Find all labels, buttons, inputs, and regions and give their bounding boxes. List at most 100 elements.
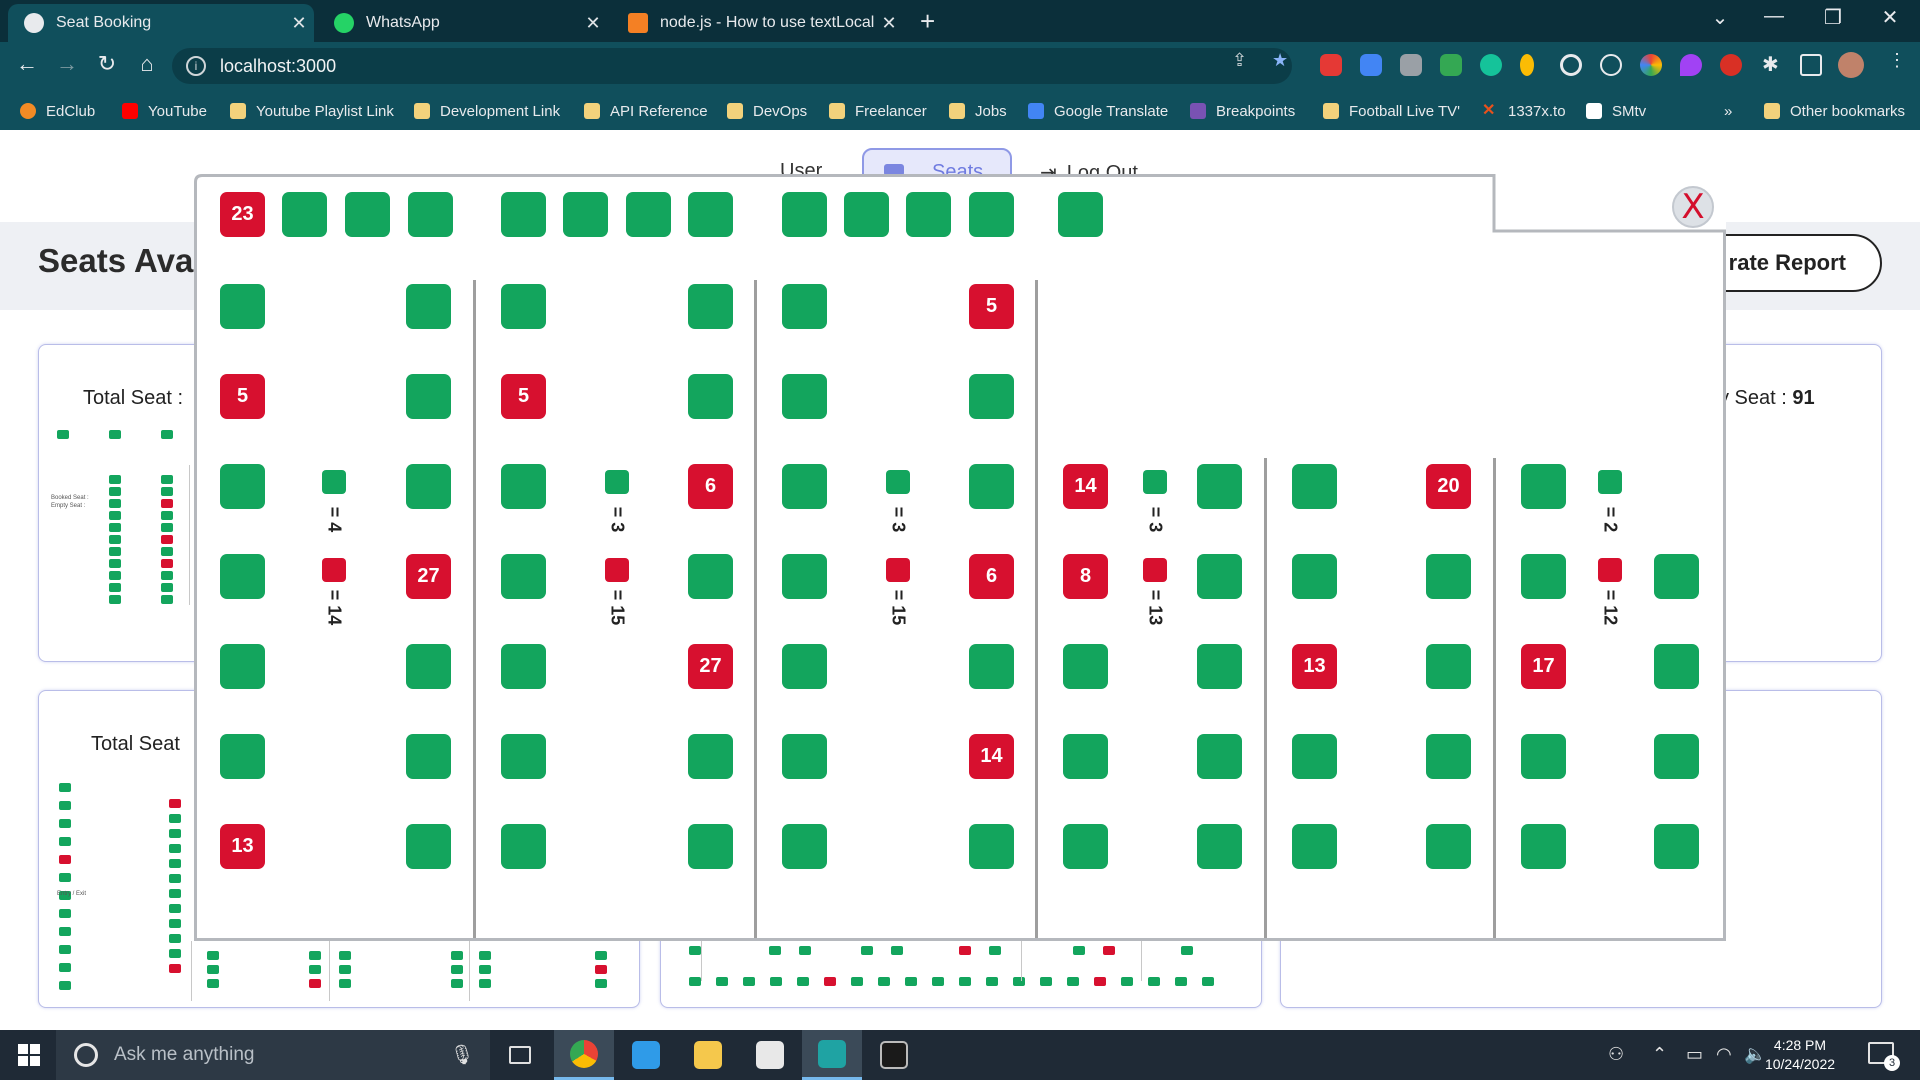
seat-s3-right-3[interactable]: [969, 464, 1014, 509]
seat-s5-right-4[interactable]: [1426, 734, 1471, 779]
seat-s2-right-1[interactable]: [688, 284, 733, 329]
bookmark-smtv[interactable]: SMtv: [1586, 100, 1646, 122]
seat-s6-left-4[interactable]: [1521, 734, 1566, 779]
seat-s1-right-1[interactable]: [406, 284, 451, 329]
puzzle-icon[interactable]: ✱: [1762, 52, 1779, 77]
seat-s4-left-2[interactable]: 8: [1063, 554, 1108, 599]
seat-s1-left-7[interactable]: 13: [220, 824, 265, 869]
seat-s4-right-5[interactable]: [1197, 824, 1242, 869]
seat-s1-left-5[interactable]: [220, 644, 265, 689]
seat-s5-left-3[interactable]: 13: [1292, 644, 1337, 689]
people-icon[interactable]: ⚇: [1608, 1044, 1624, 1065]
seat-top-12[interactable]: [969, 192, 1014, 237]
seat-top-9[interactable]: [782, 192, 827, 237]
side-panel-icon[interactable]: [1800, 54, 1822, 76]
reload-icon[interactable]: ↻: [92, 51, 122, 77]
seat-s6-right-1[interactable]: [1654, 554, 1699, 599]
bookmark-google-translate[interactable]: Google Translate: [1028, 100, 1168, 122]
seat-s3-right-1[interactable]: 5: [969, 284, 1014, 329]
seat-s5-left-4[interactable]: [1292, 734, 1337, 779]
seat-s3-left-5[interactable]: [782, 644, 827, 689]
windows-start-icon[interactable]: [18, 1044, 40, 1066]
bookmark-freelancer[interactable]: Freelancer: [829, 100, 927, 122]
seat-s4-left-4[interactable]: [1063, 734, 1108, 779]
task-view-icon[interactable]: [490, 1030, 550, 1080]
seat-top-11[interactable]: [906, 192, 951, 237]
app-taskbar-icon[interactable]: [802, 1030, 862, 1080]
bulb-icon[interactable]: [1520, 54, 1534, 76]
close-modal-button[interactable]: X: [1672, 186, 1714, 228]
seat-s4-right-1[interactable]: [1197, 464, 1242, 509]
other-bookmarks[interactable]: Other bookmarks: [1764, 100, 1905, 122]
seat-s5-right-3[interactable]: [1426, 644, 1471, 689]
seat-s2-right-6[interactable]: [688, 734, 733, 779]
taskbar-search[interactable]: Ask me anything 🎙: [56, 1030, 490, 1080]
close-tab-icon[interactable]: ✕: [284, 13, 314, 34]
compass-icon[interactable]: [1600, 54, 1622, 76]
seat-s1-right-5[interactable]: [406, 644, 451, 689]
seat-s3-right-2[interactable]: [969, 374, 1014, 419]
new-tab-button[interactable]: +: [920, 6, 935, 37]
seat-s4-right-3[interactable]: [1197, 644, 1242, 689]
close-tab-icon[interactable]: ✕: [874, 13, 904, 34]
file-explorer-taskbar-icon[interactable]: [678, 1030, 738, 1080]
terminal-taskbar-icon[interactable]: [864, 1030, 924, 1080]
share-icon[interactable]: ⇪: [1232, 50, 1247, 71]
color-picker-icon[interactable]: [1640, 54, 1662, 76]
seat-s2-right-7[interactable]: [688, 824, 733, 869]
seat-top-4[interactable]: [408, 192, 453, 237]
bookmark-youtube-playlist[interactable]: Youtube Playlist Link: [230, 100, 394, 122]
seat-s2-right-3[interactable]: 6: [688, 464, 733, 509]
seat-s1-right-3[interactable]: [406, 464, 451, 509]
grammarly-icon[interactable]: [1480, 54, 1502, 76]
tab-search-icon[interactable]: ⌄: [1700, 5, 1740, 30]
bookmarks-overflow-button[interactable]: »: [1724, 100, 1732, 122]
seat-s5-left-1[interactable]: [1292, 464, 1337, 509]
seat-s3-right-7[interactable]: [969, 824, 1014, 869]
bookmark-edclub[interactable]: EdClub: [20, 100, 95, 122]
seat-s2-left-3[interactable]: [501, 464, 546, 509]
seat-s1-right-4[interactable]: 27: [406, 554, 451, 599]
bookmark-jobs[interactable]: Jobs: [949, 100, 1007, 122]
tab-stackoverflow[interactable]: node.js - How to use textLocal AI ✕: [612, 4, 904, 42]
hand-icon[interactable]: [1720, 54, 1742, 76]
close-window-icon[interactable]: ✕: [1870, 5, 1910, 30]
extension-off-icon[interactable]: [1320, 54, 1342, 76]
seat-s2-left-7[interactable]: [501, 824, 546, 869]
seat-s6-left-1[interactable]: [1521, 464, 1566, 509]
seat-s2-left-6[interactable]: [501, 734, 546, 779]
seat-s6-left-2[interactable]: [1521, 554, 1566, 599]
seat-s3-left-2[interactable]: [782, 374, 827, 419]
seat-s5-right-1[interactable]: 20: [1426, 464, 1471, 509]
seat-s2-right-2[interactable]: [688, 374, 733, 419]
seat-s3-left-1[interactable]: [782, 284, 827, 329]
seat-top-8[interactable]: [688, 192, 733, 237]
system-clock[interactable]: 4:28 PM 10/24/2022: [1750, 1036, 1850, 1074]
target-icon[interactable]: [1560, 54, 1582, 76]
seat-top-10[interactable]: [844, 192, 889, 237]
seat-top-6[interactable]: [563, 192, 608, 237]
seat-s4-right-2[interactable]: [1197, 554, 1242, 599]
seat-s2-left-2[interactable]: 5: [501, 374, 546, 419]
seat-s3-left-7[interactable]: [782, 824, 827, 869]
seat-s5-left-5[interactable]: [1292, 824, 1337, 869]
seat-s2-left-1[interactable]: [501, 284, 546, 329]
seat-s2-right-5[interactable]: 27: [688, 644, 733, 689]
close-tab-icon[interactable]: ✕: [578, 13, 608, 34]
seat-s6-right-2[interactable]: [1654, 644, 1699, 689]
seat-s4-right-4[interactable]: [1197, 734, 1242, 779]
bookmark-devops[interactable]: DevOps: [727, 100, 807, 122]
address-bar[interactable]: i localhost:3000: [172, 48, 1292, 84]
mail-taskbar-icon[interactable]: [740, 1030, 800, 1080]
seat-s1-left-2[interactable]: 5: [220, 374, 265, 419]
google-translate-icon[interactable]: [1360, 54, 1382, 76]
extension-icon[interactable]: [1440, 54, 1462, 76]
seat-s3-left-6[interactable]: [782, 734, 827, 779]
maximize-icon[interactable]: ❐: [1813, 5, 1853, 30]
seat-s1-left-1[interactable]: [220, 284, 265, 329]
back-icon[interactable]: ←: [12, 51, 42, 77]
seat-top-3[interactable]: [345, 192, 390, 237]
seat-s6-right-4[interactable]: [1654, 824, 1699, 869]
tab-whatsapp[interactable]: WhatsApp ✕: [318, 4, 608, 42]
show-hidden-icons[interactable]: ⌃: [1652, 1044, 1667, 1065]
